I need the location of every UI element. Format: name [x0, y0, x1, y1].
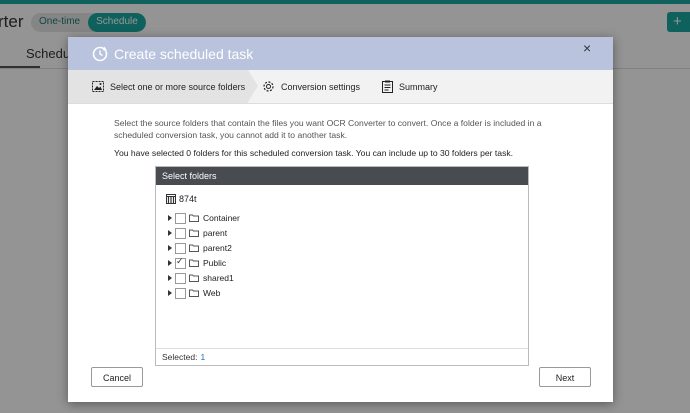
expand-icon[interactable]	[168, 290, 172, 296]
selected-count: 1	[200, 352, 206, 362]
image-icon	[92, 81, 104, 92]
folder-icon	[189, 244, 199, 252]
folder-row-parent2: parent2	[168, 241, 232, 255]
expand-icon[interactable]	[168, 275, 172, 281]
folder-checkbox[interactable]	[175, 212, 186, 224]
step-summary: Summary	[382, 70, 438, 103]
create-scheduled-task-dialog: Create scheduled task × Select one or mo…	[68, 37, 613, 402]
expand-icon[interactable]	[168, 215, 172, 221]
folder-checkbox[interactable]	[175, 287, 186, 299]
expand-icon[interactable]	[168, 260, 172, 266]
folder-name: shared1	[203, 273, 234, 283]
dialog-description: Select the source folders that contain t…	[114, 118, 542, 140]
folder-checkbox[interactable]	[175, 256, 186, 269]
wizard-steps: Select one or more source folders Conver…	[68, 70, 613, 104]
step-conversion-settings: Conversion settings	[262, 70, 360, 103]
next-button[interactable]: Next	[539, 367, 591, 387]
folder-checkbox[interactable]	[175, 272, 186, 284]
dialog-header: Create scheduled task ×	[68, 37, 613, 70]
cancel-button[interactable]: Cancel	[91, 367, 143, 387]
folder-name: Container	[203, 213, 240, 223]
step-select-folders: Select one or more source folders	[92, 70, 245, 103]
nas-server-icon	[166, 194, 176, 204]
gear-icon	[263, 81, 274, 92]
step-label: Summary	[399, 81, 438, 92]
clipboard-icon	[382, 80, 393, 93]
folder-name: Public	[203, 258, 227, 268]
folder-selector-header: Select folders	[156, 167, 528, 185]
dialog-title: Create scheduled task	[114, 46, 254, 62]
folder-selector: Select folders 874t Container parent par…	[155, 166, 529, 366]
folder-row-web: Web	[168, 286, 220, 300]
folder-name: Web	[203, 288, 221, 298]
folder-row-public: Public	[168, 256, 226, 270]
folder-icon	[189, 289, 199, 297]
folder-name: parent2	[203, 243, 232, 253]
folder-tree: 874t Container parent parent2 ✓ Public s…	[156, 186, 528, 348]
tree-root[interactable]: 874t	[166, 194, 197, 204]
folder-icon	[189, 274, 199, 282]
selection-info: You have selected 0 folders for this sch…	[114, 148, 514, 158]
schedule-refresh-icon	[92, 46, 108, 62]
folder-icon	[189, 214, 199, 222]
folder-icon	[189, 229, 199, 237]
folder-icon	[189, 259, 199, 267]
folder-name: parent	[203, 228, 228, 238]
selected-label: Selected:	[162, 352, 198, 362]
folder-row-parent: parent	[168, 226, 227, 240]
folder-row-shared1: shared1	[168, 271, 234, 285]
folder-checkbox[interactable]	[175, 242, 186, 254]
step-label: Select one or more source folders	[110, 81, 246, 92]
expand-icon[interactable]	[168, 245, 172, 251]
folder-checkbox[interactable]	[175, 227, 186, 239]
expand-icon[interactable]	[168, 230, 172, 236]
step-label: Conversion settings	[281, 81, 361, 92]
close-icon[interactable]: ×	[583, 40, 591, 56]
folder-row-container: Container	[168, 211, 240, 225]
active-step-arrow	[248, 70, 258, 102]
tree-root-label: 874t	[179, 194, 197, 204]
selected-count-footer: Selected: 1	[156, 348, 528, 365]
